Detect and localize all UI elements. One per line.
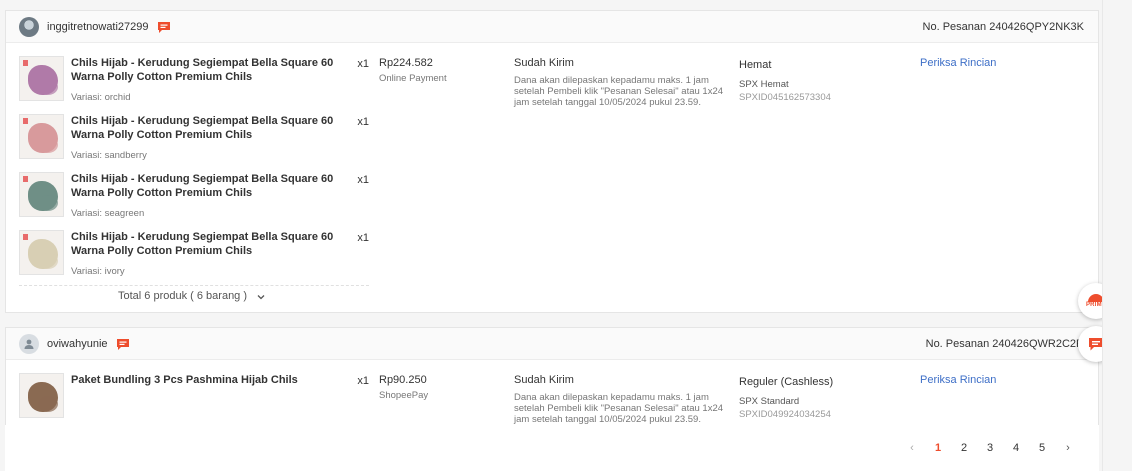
order-number: No. Pesanan 240426QWR2C2R — [925, 337, 1084, 350]
brand-tag-icon — [23, 60, 28, 66]
order-status: Sudah Kirim Dana akan dilepaskan kepadam… — [514, 57, 729, 108]
next-page-button[interactable]: › — [1055, 442, 1081, 454]
status-description: Dana akan dilepaskan kepadamu maks. 1 ja… — [514, 392, 724, 425]
list-item[interactable]: Chils Hijab - Kerudung Segiempat Bella S… — [19, 230, 369, 288]
product-title[interactable]: Chils Hijab - Kerudung Segiempat Bella S… — [71, 114, 346, 172]
product-title[interactable]: Chils Hijab - Kerudung Segiempat Bella S… — [71, 56, 346, 114]
list-item[interactable]: Chils Hijab - Kerudung Segiempat Bella S… — [19, 172, 369, 230]
product-variation: Variasi: ivory — [71, 266, 125, 277]
total-products-label[interactable]: Total 6 produk ( 6 barang ) — [118, 290, 247, 302]
brand-tag-icon — [23, 176, 28, 182]
chat-icon[interactable] — [157, 21, 171, 33]
product-list: Chils Hijab - Kerudung Segiempat Bella S… — [19, 56, 369, 288]
shipping-name: Reguler (Cashless) — [739, 376, 834, 388]
product-image-shade — [38, 396, 58, 412]
status-title: Sudah Kirim — [514, 57, 574, 69]
page-button-5[interactable]: 5 — [1029, 442, 1055, 454]
tracking-number: SPXID049924034254 — [739, 409, 831, 420]
list-item[interactable]: Chils Hijab - Kerudung Segiempat Bella S… — [19, 56, 369, 114]
product-variation: Variasi: orchid — [71, 92, 131, 103]
tracking-number: SPXID045162573304 — [739, 92, 831, 103]
total-products-toggle[interactable]: Total 6 produk ( 6 barang ) — [19, 285, 369, 303]
product-image-shade — [38, 137, 58, 153]
product-title[interactable]: Chils Hijab - Kerudung Segiempat Bella S… — [71, 230, 346, 288]
product-quantity: x1 — [357, 174, 369, 186]
order-amount: Rp224.582 — [379, 57, 433, 69]
courier-name: SPX Hemat — [739, 79, 789, 90]
shipping-info: Hemat SPX Hemat SPXID045162573304 — [739, 59, 831, 103]
page: inggitretnowati27299 No. Pesanan 240426Q… — [0, 0, 1132, 471]
brand-tag-icon — [23, 118, 28, 124]
status-title: Sudah Kirim — [514, 374, 574, 386]
payment-method: Online Payment — [379, 73, 447, 84]
shipping-name: Hemat — [739, 59, 772, 71]
order-card: oviwahyunie No. Pesanan 240426QWR2C2R Pa… — [5, 327, 1099, 437]
product-quantity: x1 — [357, 232, 369, 244]
order-amount: Rp90.250 — [379, 374, 427, 386]
check-details-link[interactable]: Periksa Rincian — [920, 374, 996, 386]
product-thumbnail[interactable] — [19, 230, 64, 275]
product-image-shade — [38, 253, 58, 269]
chat-icon[interactable] — [116, 338, 130, 350]
product-thumbnail[interactable] — [19, 172, 64, 217]
user-icon — [24, 339, 34, 349]
status-description: Dana akan dilepaskan kepadamu maks. 1 ja… — [514, 75, 724, 108]
product-variation: Variasi: sandberry — [71, 150, 147, 161]
buyer-username[interactable]: oviwahyunie — [47, 338, 108, 350]
order-status: Sudah Kirim Dana akan dilepaskan kepadam… — [514, 374, 729, 425]
product-thumbnail[interactable] — [19, 56, 64, 101]
page-button-4[interactable]: 4 — [1003, 442, 1029, 454]
product-image-shade — [38, 79, 58, 95]
product-quantity: x1 — [357, 58, 369, 70]
page-button-2[interactable]: 2 — [951, 442, 977, 454]
check-details-link[interactable]: Periksa Rincian — [920, 57, 996, 69]
page-button-1[interactable]: 1 — [925, 442, 951, 454]
product-title[interactable]: Chils Hijab - Kerudung Segiempat Bella S… — [71, 172, 346, 230]
product-image-shade — [38, 195, 58, 211]
buyer-username[interactable]: inggitretnowati27299 — [47, 21, 149, 33]
product-title[interactable]: Paket Bundling 3 Pcs Pashmina Hijab Chil… — [71, 373, 346, 431]
pagination: ‹ 1 2 3 4 5 › — [5, 425, 1099, 471]
order-number: No. Pesanan 240426QPY2NK3K — [922, 20, 1084, 33]
product-quantity: x1 — [357, 116, 369, 128]
avatar[interactable] — [19, 333, 39, 354]
product-list: Paket Bundling 3 Pcs Pashmina Hijab Chil… — [19, 373, 369, 431]
courier-name: SPX Standard — [739, 396, 800, 407]
shipping-info: Reguler (Cashless) SPX Standard SPXID049… — [739, 376, 833, 420]
order-price: Rp90.250 ShopeePay — [379, 374, 428, 401]
product-variation: Variasi: seagreen — [71, 208, 145, 219]
payment-method: ShopeePay — [379, 390, 429, 401]
order-header: oviwahyunie No. Pesanan 240426QWR2C2R — [6, 328, 1098, 360]
avatar[interactable] — [19, 16, 39, 37]
chevron-down-icon[interactable] — [256, 289, 266, 300]
order-card: inggitretnowati27299 No. Pesanan 240426Q… — [5, 10, 1099, 313]
product-thumbnail[interactable] — [19, 114, 64, 159]
scrollbar[interactable] — [1102, 0, 1132, 471]
product-thumbnail[interactable] — [19, 373, 64, 418]
order-price: Rp224.582 Online Payment — [379, 57, 447, 84]
product-quantity: x1 — [357, 375, 369, 387]
brand-tag-icon — [23, 234, 28, 240]
list-item[interactable]: Chils Hijab - Kerudung Segiempat Bella S… — [19, 114, 369, 172]
prev-page-button[interactable]: ‹ — [899, 442, 925, 454]
order-header: inggitretnowati27299 No. Pesanan 240426Q… — [6, 11, 1098, 43]
list-item[interactable]: Paket Bundling 3 Pcs Pashmina Hijab Chil… — [19, 373, 369, 431]
page-button-3[interactable]: 3 — [977, 442, 1003, 454]
